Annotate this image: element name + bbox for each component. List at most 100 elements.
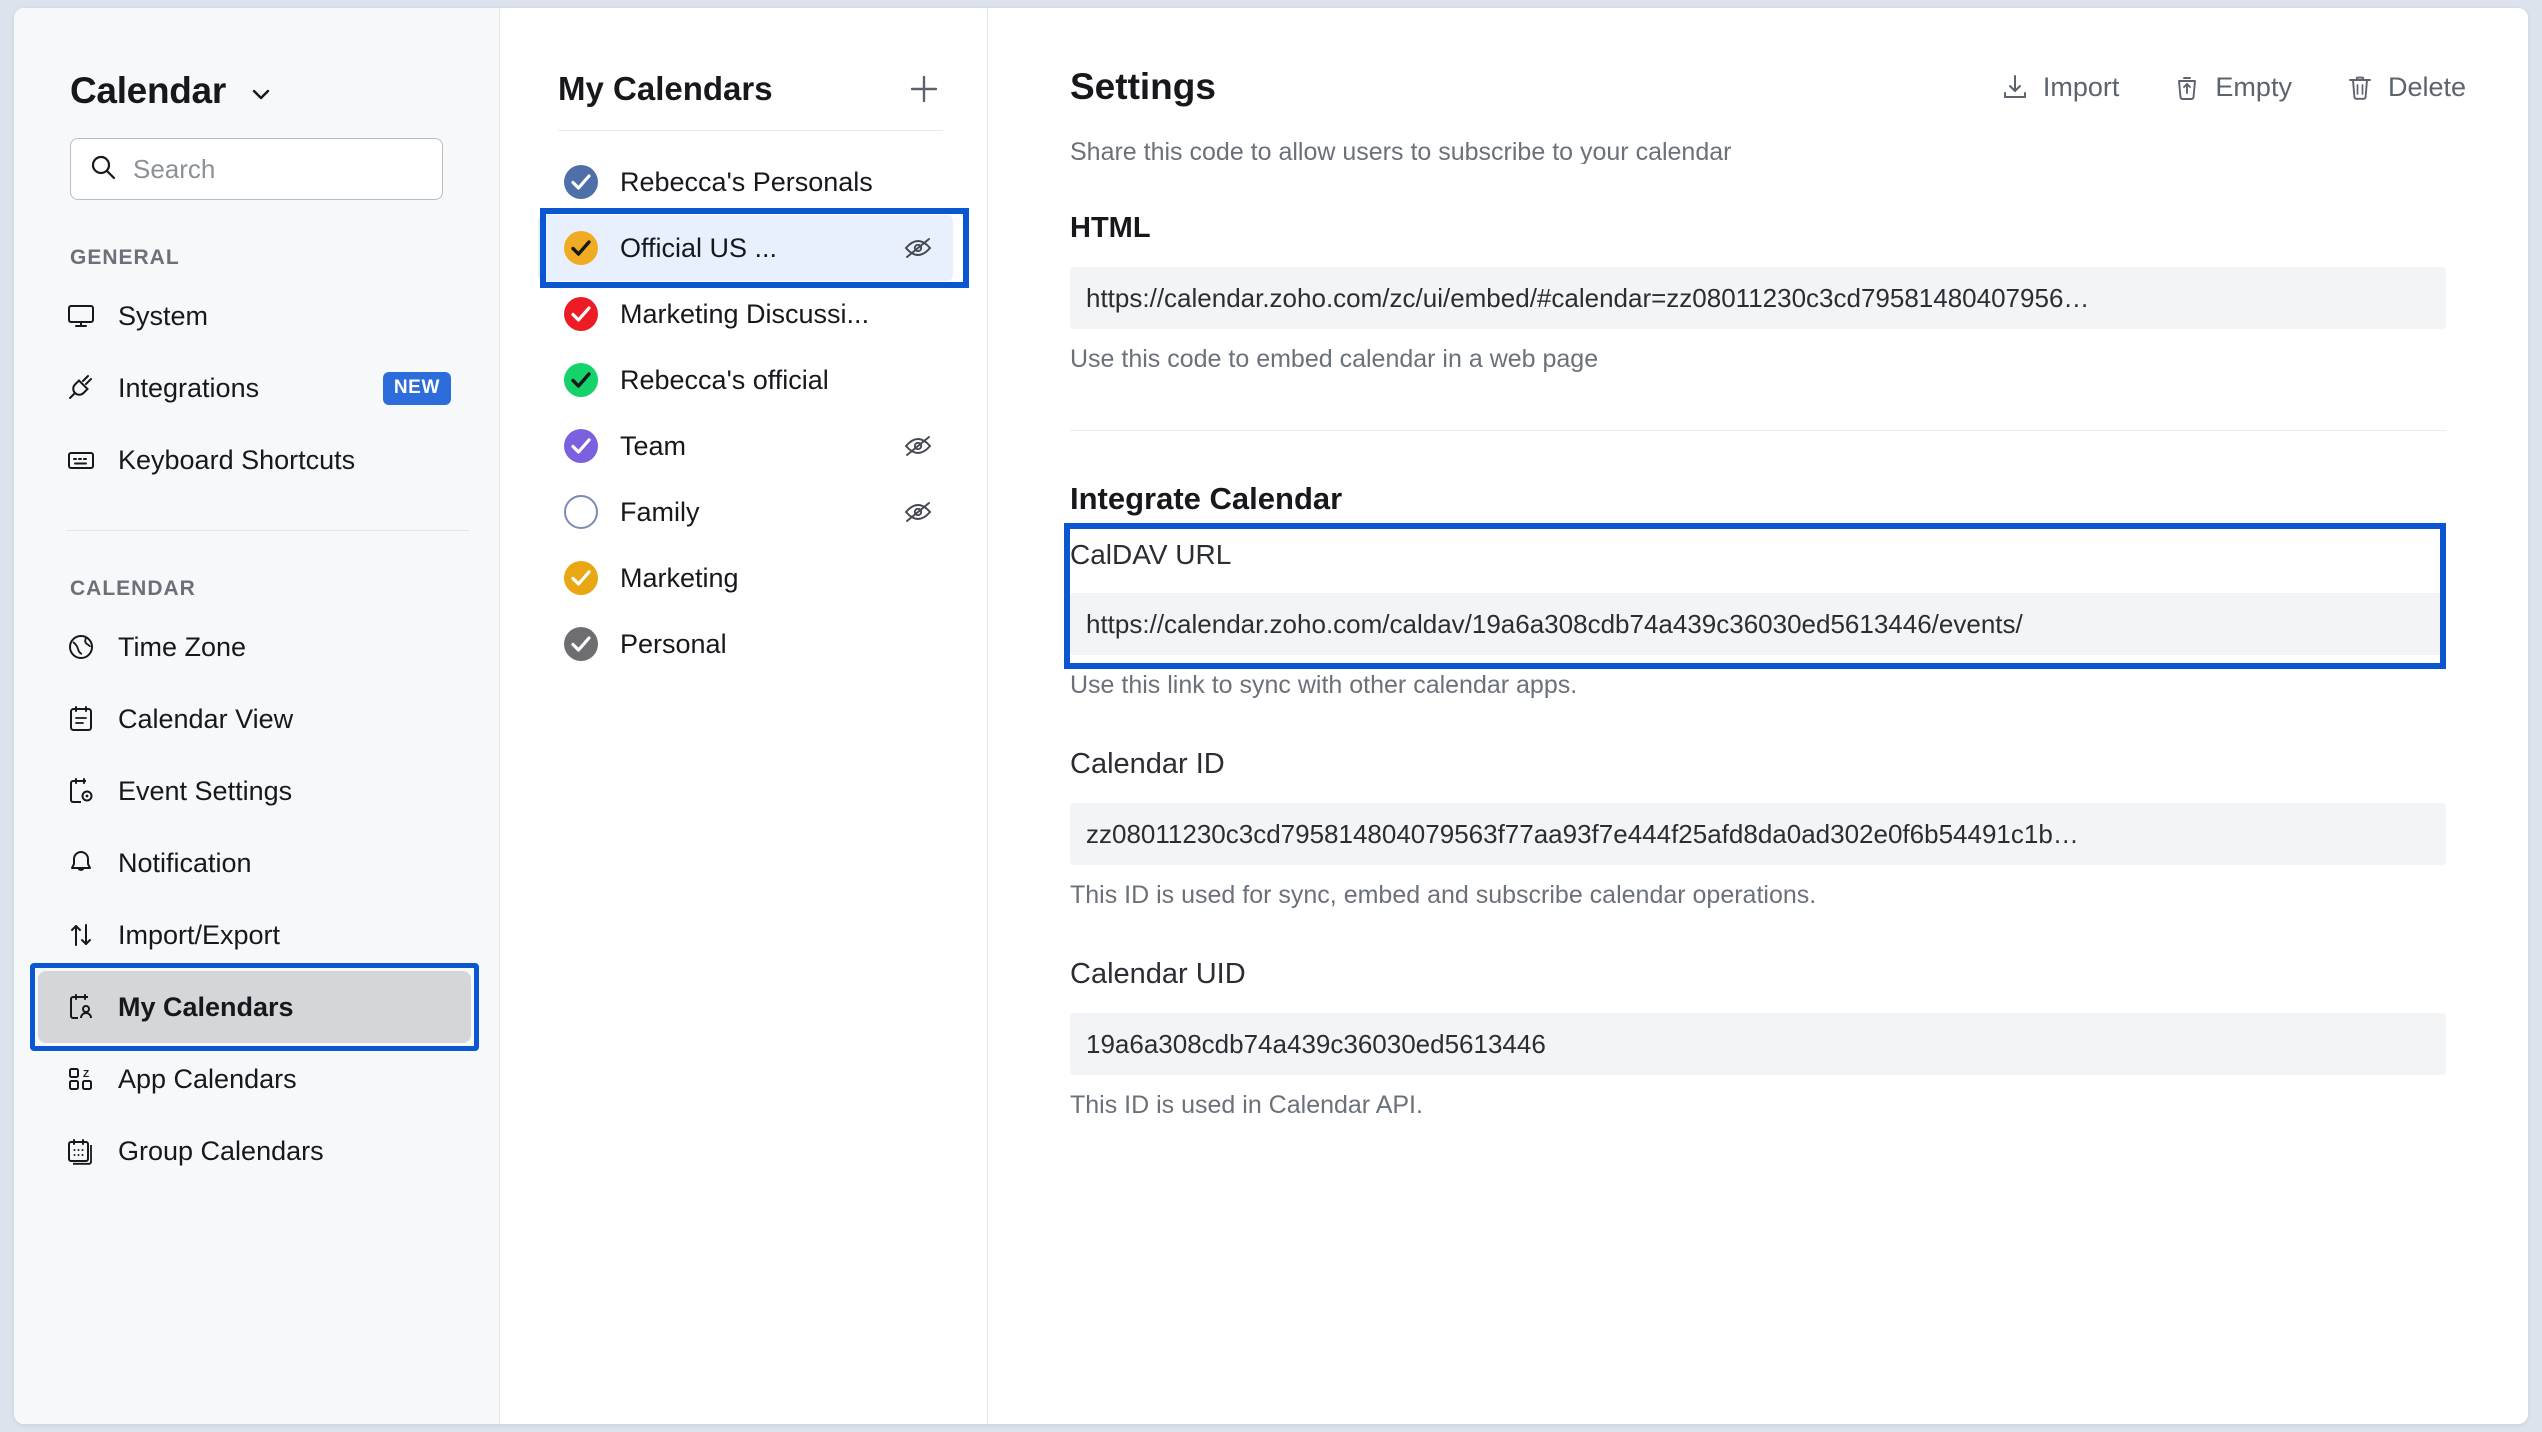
sidebar-item-label: My Calendars (118, 992, 294, 1023)
search-box[interactable] (70, 138, 443, 200)
list-item[interactable]: Official US ... (538, 215, 953, 281)
action-label: Import (2043, 72, 2120, 103)
arrows-updown-icon (66, 920, 96, 950)
globe-icon (66, 632, 96, 662)
calendar-name: Team (620, 431, 686, 462)
search-container (14, 112, 499, 200)
sidebar-item-system[interactable]: System (38, 280, 471, 352)
list-item[interactable]: Personal (538, 611, 953, 677)
calendar-check-icon[interactable] (564, 495, 598, 529)
field-label: HTML (1070, 212, 2446, 245)
calendar-check-icon[interactable] (564, 561, 598, 595)
search-icon (89, 153, 117, 186)
sidebar-item-label: App Calendars (118, 1064, 297, 1095)
section-label-calendar: CALENDAR (14, 531, 499, 601)
search-input[interactable] (133, 154, 424, 185)
field-label: CalDAV URL (1070, 539, 2446, 571)
panel-title: My Calendars (558, 70, 773, 108)
import-button[interactable]: Import (2001, 72, 2120, 103)
list-item[interactable]: Team (538, 413, 953, 479)
eye-hidden-icon[interactable] (901, 495, 935, 529)
sidebar-item-integrations[interactable]: Integrations NEW (38, 352, 471, 424)
field-hint: This ID is used in Calendar API. (1070, 1091, 2446, 1120)
calendar-uid-value[interactable]: 19a6a308cdb74a439c36030ed5613446 (1070, 1013, 2446, 1075)
calendar-check-icon[interactable] (564, 429, 598, 463)
action-label: Delete (2388, 72, 2466, 103)
list-item[interactable]: Marketing Discussi... (538, 281, 953, 347)
plus-icon[interactable] (905, 70, 943, 108)
nav-list-general: System Integrations NEW Keyboard Shortcu… (14, 270, 499, 496)
caldav-field: CalDAV URL https://calendar.zoho.com/cal… (1070, 539, 2446, 655)
my-calendars-panel: My Calendars Rebecca's Personals Officia… (500, 8, 988, 1424)
calendar-id-field: Calendar ID zz08011230c3cd79581480407956… (1070, 748, 2446, 910)
calendar-stack-icon (66, 1136, 96, 1166)
brand-title: Calendar (70, 70, 226, 112)
sidebar-item-event-settings[interactable]: Event Settings (38, 755, 471, 827)
status-badge-new: NEW (383, 372, 451, 405)
integrate-calendar-title: Integrate Calendar (1070, 481, 2446, 517)
calendar-name: Official US ... (620, 233, 777, 264)
settings-main: Settings Import Empty (988, 8, 2528, 1424)
calendar-person-icon (66, 992, 96, 1022)
sidebar-item-calendar-view[interactable]: Calendar View (38, 683, 471, 755)
main-header: Settings Import Empty (988, 8, 2528, 108)
field-label: Calendar UID (1070, 958, 2446, 991)
settings-content: Share this code to allow users to subscr… (988, 138, 2528, 1120)
page-title: Settings (1070, 66, 1216, 108)
field-label: Calendar ID (1070, 748, 2446, 781)
download-icon (2001, 73, 2029, 101)
calendar-name: Personal (620, 629, 727, 660)
list-item[interactable]: Rebecca's official (538, 347, 953, 413)
sidebar-item-label: Integrations (118, 373, 259, 404)
sidebar-item-label: Event Settings (118, 776, 292, 807)
eye-hidden-icon[interactable] (901, 429, 935, 463)
apps-grid-icon: Z (66, 1064, 96, 1094)
calendar-name: Family (620, 497, 700, 528)
field-hint: Use this code to embed calendar in a web… (1070, 345, 2446, 374)
sidebar-item-group-calendars[interactable]: Group Calendars (38, 1115, 471, 1187)
sidebar-item-label: Calendar View (118, 704, 293, 735)
sidebar-item-keyboard-shortcuts[interactable]: Keyboard Shortcuts (38, 424, 471, 496)
list-item[interactable]: Rebecca's Personals (538, 149, 953, 215)
plug-icon (66, 373, 96, 403)
field-hint: Use this link to sync with other calenda… (1070, 671, 2446, 700)
app-window: Calendar GENERAL System (14, 8, 2528, 1424)
html-embed-field: HTML https://calendar.zoho.com/zc/ui/emb… (1070, 212, 2446, 374)
calendar-check-icon[interactable] (564, 363, 598, 397)
calendar-list-icon (66, 704, 96, 734)
sidebar-item-app-calendars[interactable]: Z App Calendars (38, 1043, 471, 1115)
list-item[interactable]: Marketing (538, 545, 953, 611)
calendar-check-icon[interactable] (564, 297, 598, 331)
calendar-check-icon[interactable] (564, 627, 598, 661)
sidebar-item-label: Notification (118, 848, 252, 879)
field-hint: This ID is used for sync, embed and subs… (1070, 881, 2446, 910)
chevron-down-icon[interactable] (250, 83, 272, 105)
keyboard-icon (66, 445, 96, 475)
sidebar-item-label: Import/Export (118, 920, 280, 951)
calendar-check-icon[interactable] (564, 231, 598, 265)
calendar-check-icon[interactable] (564, 165, 598, 199)
calendar-list: Rebecca's Personals Official US ... Mark… (500, 131, 987, 677)
calendar-uid-field: Calendar UID 19a6a308cdb74a439c36030ed56… (1070, 958, 2446, 1120)
calendar-name: Marketing (620, 563, 739, 594)
empty-button[interactable]: Empty (2173, 72, 2292, 103)
svg-text:Z: Z (83, 1069, 89, 1080)
caldav-url-value[interactable]: https://calendar.zoho.com/caldav/19a6a30… (1070, 593, 2446, 655)
action-toolbar: Import Empty Delete (2001, 72, 2466, 103)
calendar-name: Rebecca's official (620, 365, 829, 396)
eye-hidden-icon[interactable] (901, 231, 935, 265)
settings-sidebar: Calendar GENERAL System (14, 8, 500, 1424)
nav-list-calendar: Time Zone Calendar View Event Settings N… (14, 601, 499, 1187)
bell-icon (66, 848, 96, 878)
html-embed-value[interactable]: https://calendar.zoho.com/zc/ui/embed/#c… (1070, 267, 2446, 329)
section-label-general: GENERAL (14, 200, 499, 270)
sidebar-item-time-zone[interactable]: Time Zone (38, 611, 471, 683)
sidebar-item-my-calendars[interactable]: My Calendars (38, 971, 471, 1043)
delete-button[interactable]: Delete (2346, 72, 2466, 103)
brand-header[interactable]: Calendar (14, 8, 499, 112)
sidebar-item-notification[interactable]: Notification (38, 827, 471, 899)
sidebar-item-import-export[interactable]: Import/Export (38, 899, 471, 971)
list-item[interactable]: Family (538, 479, 953, 545)
calendar-id-value[interactable]: zz08011230c3cd795814804079563f77aa93f7e4… (1070, 803, 2446, 865)
monitor-icon (66, 301, 96, 331)
